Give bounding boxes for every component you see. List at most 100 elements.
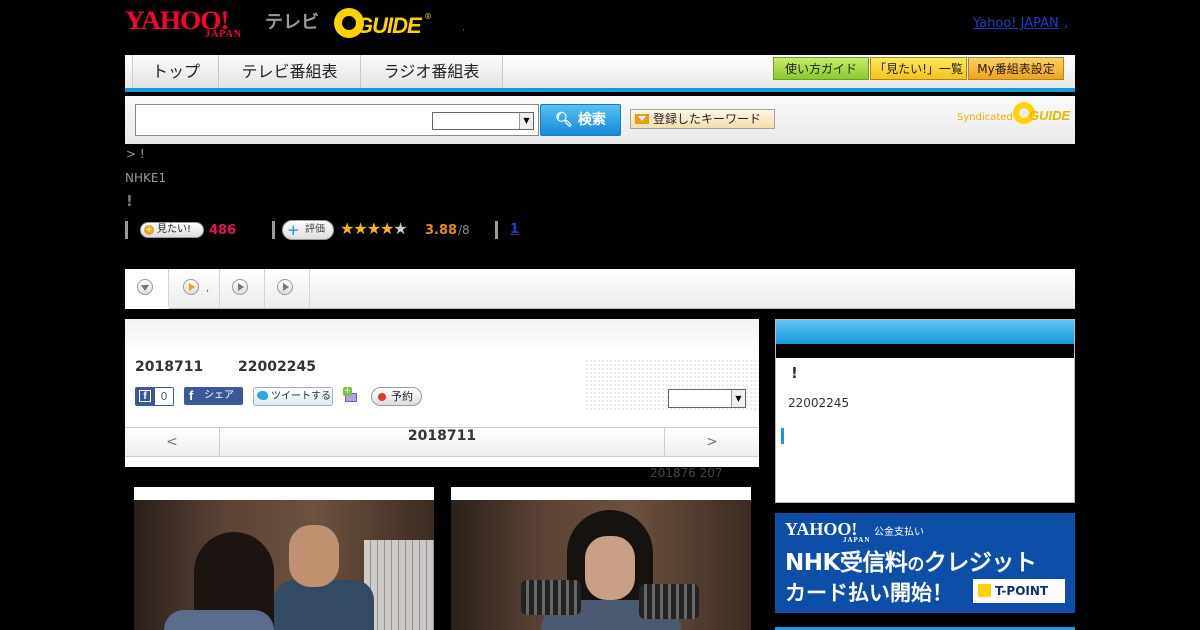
share-label: シェア <box>204 390 234 401</box>
tab-video-2[interactable] <box>220 269 265 308</box>
tab-top[interactable]: トップ <box>134 55 219 88</box>
mitai-button[interactable]: + 見たい! <box>140 222 204 238</box>
divider <box>495 221 498 239</box>
photo-detail <box>639 584 699 619</box>
next-date-button[interactable]: > <box>664 428 759 456</box>
record-reserve-button[interactable]: 予約 <box>371 387 422 406</box>
chevron-down-icon: ▼ <box>519 113 533 129</box>
empty-star-icon: ★ <box>393 219 407 238</box>
facebook-share-button[interactable]: f シェア <box>184 387 243 405</box>
facebook-icon: f <box>189 388 194 403</box>
review-link[interactable]: 1 <box>510 222 519 237</box>
record-dot-icon <box>378 393 386 401</box>
divider <box>125 221 128 239</box>
rating-count: /8 <box>458 223 470 237</box>
syndicated-logo-text: GUIDE <box>1029 108 1071 123</box>
my-schedule-settings-button[interactable]: My番組表設定 <box>968 57 1064 80</box>
tpoint-icon <box>978 584 991 597</box>
side-panel-band <box>776 344 1074 358</box>
divider <box>272 221 275 239</box>
yahoo-japan-logo[interactable]: YAHOO! JAPAN <box>125 6 263 40</box>
photo-detail <box>364 540 434 630</box>
broadcast-time: 22002245 <box>238 359 316 375</box>
ad-headline-1a: NHK受信料 <box>785 550 908 576</box>
tab-radio-schedule[interactable]: ラジオ番組表 <box>361 55 503 88</box>
mitai-label: 見たい! <box>157 224 192 235</box>
global-nav: トップ テレビ番組表 ラジオ番組表 使い方ガイド 「見たい!」一覧 My番組表設… <box>125 55 1075 92</box>
broadcast-panel: 2018711 22002245 f 0 f シェア ツイートする + 予約 ▼… <box>125 319 759 467</box>
like-count: 0 <box>155 388 173 405</box>
syndicated-label: Syndicated <box>957 112 1013 123</box>
gguide-logo[interactable]: GUIDE ® <box>334 6 434 40</box>
registered-keywords-button[interactable]: 登録したキーワード <box>630 109 775 129</box>
ad-headline-1: NHK受信料のクレジット <box>785 543 1037 577</box>
recorder-select[interactable]: ▼ <box>668 389 746 408</box>
registered-keywords-label: 登録したキーワード <box>653 112 762 126</box>
add-calendar-icon[interactable]: + <box>343 387 359 403</box>
tab-video-3[interactable] <box>265 269 310 308</box>
chevron-down-icon <box>137 279 153 295</box>
yahoo-japan-link-mark: , <box>1064 16 1069 31</box>
mitai-list-button[interactable]: 「見たい!」一覧 <box>870 57 967 80</box>
mitai-count: 486 <box>209 223 237 238</box>
side-panel-time: 22002245 <box>788 396 850 410</box>
program-photo-1[interactable] <box>134 487 434 630</box>
broadcast-date: 2018711 <box>135 359 204 375</box>
side-info-panel: ! 22002245 <box>775 319 1075 503</box>
photo-image <box>451 500 751 630</box>
yahoo-japan-link[interactable]: Yahoo! JAPAN <box>973 16 1059 31</box>
photo-detail <box>164 610 274 630</box>
rating-stars: ★★★★★ <box>340 219 408 238</box>
search-category-select[interactable]: ▼ <box>432 112 534 130</box>
tab-dropdown[interactable] <box>125 269 169 309</box>
twitter-bird-icon <box>257 391 268 400</box>
channel-name: NHKE1 <box>125 171 167 185</box>
search-band: ▼ 🔍︎ 検索 登録したキーワード Syndicated GUIDE <box>125 96 1075 144</box>
panel-header <box>125 319 759 355</box>
photo-detail <box>521 580 581 615</box>
tpoint-label: T-POINT <box>995 584 1049 598</box>
syndicated-gguide-logo: GUIDE <box>1013 102 1071 126</box>
tweet-button[interactable]: ツイートする <box>253 387 333 406</box>
date-navigation: < 2018711 > <box>125 427 759 457</box>
program-photo-2[interactable] <box>451 487 751 630</box>
star-icon: ★ <box>366 219 381 238</box>
tweet-label: ツイートする <box>271 391 331 402</box>
ad-headline-2: カード払い開始！ <box>785 581 953 605</box>
header-mark: , <box>462 22 466 33</box>
ad-headline-1c: クレジット <box>923 550 1037 576</box>
program-title: ! <box>126 192 133 210</box>
search-button[interactable]: 🔍︎ 検索 <box>540 104 621 136</box>
prev-date-button[interactable]: < <box>125 428 220 456</box>
tab-tv-schedule[interactable]: テレビ番組表 <box>219 55 361 88</box>
yahoo-logo-sub: JAPAN <box>205 29 243 40</box>
rating-value: 3.88 <box>425 223 458 238</box>
half-star-icon: ★ <box>380 219 394 238</box>
rate-button[interactable]: + 評価 <box>282 220 334 240</box>
photo-image <box>134 500 434 630</box>
play-icon <box>183 279 199 295</box>
usage-guide-button[interactable]: 使い方ガイド <box>773 57 869 80</box>
plus-badge: + <box>343 386 352 396</box>
side-panel-header <box>776 320 1074 344</box>
ad-headline-1b: の <box>907 555 924 575</box>
search-button-label: 検索 <box>577 112 606 128</box>
tv-logo-label[interactable]: テレビ <box>265 8 319 34</box>
reserve-label: 予約 <box>391 390 413 403</box>
side-panel-title: ! <box>791 364 798 382</box>
tab-label: , <box>206 283 210 294</box>
facebook-icon: f <box>139 390 151 402</box>
play-icon <box>232 279 248 295</box>
star-icon: ★ <box>340 219 354 238</box>
photo-detail <box>289 525 339 587</box>
content-tabs <box>125 269 1075 309</box>
plus-icon: + <box>144 225 154 235</box>
dropdown-arrow-icon <box>635 114 649 124</box>
tpoint-badge: T-POINT <box>973 579 1065 603</box>
tab-video[interactable] <box>169 269 220 308</box>
registered-mark: ® <box>424 12 432 21</box>
facebook-like-button[interactable]: f 0 <box>135 387 174 406</box>
nav-left-edge <box>125 55 133 88</box>
rate-label: 評価 <box>305 224 325 235</box>
nhk-fee-ad-banner[interactable]: YAHOO! JAPAN 公金支払い NHK受信料のクレジット カード払い開始！… <box>775 513 1075 613</box>
